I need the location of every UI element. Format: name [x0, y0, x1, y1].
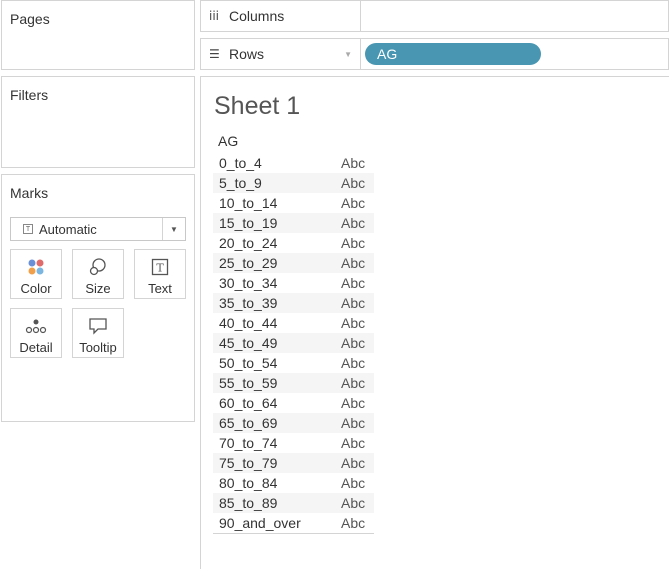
table-row[interactable]: 0_to_4 Abc — [213, 153, 374, 173]
pages-title: Pages — [10, 11, 50, 27]
sheet-title[interactable]: Sheet 1 — [214, 92, 300, 121]
table-row[interactable]: 75_to_79 Abc — [213, 453, 374, 473]
row-value[interactable]: Abc — [341, 335, 365, 351]
row-value[interactable]: Abc — [341, 175, 365, 191]
data-table: 0_to_4 Abc 5_to_9 Abc 10_to_14 Abc 15_to_19 Abc… — [213, 153, 374, 533]
row-value[interactable]: Abc — [341, 415, 365, 431]
rows-pill-ag[interactable]: AG — [365, 43, 541, 65]
table-row[interactable]: 40_to_44 Abc — [213, 313, 374, 333]
row-label[interactable]: 20_to_24 — [213, 235, 341, 251]
columns-icon: iii — [209, 9, 220, 23]
column-header[interactable]: AG — [218, 133, 238, 149]
row-label[interactable]: 70_to_74 — [213, 435, 341, 451]
row-value[interactable]: Abc — [341, 375, 365, 391]
color-button[interactable]: Color — [10, 249, 62, 299]
detail-icon — [25, 316, 47, 336]
row-value[interactable]: Abc — [341, 515, 365, 531]
rows-icon: ☰ — [209, 47, 220, 61]
rows-label: Rows — [229, 46, 265, 62]
row-label[interactable]: 40_to_44 — [213, 315, 341, 331]
row-value[interactable]: Abc — [341, 495, 365, 511]
table-row[interactable]: 5_to_9 Abc — [213, 173, 374, 193]
table-row[interactable]: 30_to_34 Abc — [213, 273, 374, 293]
worksheet-view: Sheet 1 AG 0_to_4 Abc 5_to_9 Abc 10_to_14 Abc… — [200, 76, 669, 569]
chevron-down-icon[interactable]: ▼ — [162, 218, 185, 240]
pages-panel[interactable]: Pages — [1, 0, 195, 70]
row-value[interactable]: Abc — [341, 255, 365, 271]
color-label: Color — [20, 281, 52, 296]
row-value[interactable]: Abc — [341, 395, 365, 411]
columns-label: Columns — [229, 8, 285, 24]
table-row[interactable]: 25_to_29 Abc — [213, 253, 374, 273]
row-label[interactable]: 35_to_39 — [213, 295, 341, 311]
text-icon: T — [151, 257, 169, 277]
row-value[interactable]: Abc — [341, 315, 365, 331]
color-icon — [27, 257, 45, 277]
row-value[interactable]: Abc — [341, 235, 365, 251]
row-value[interactable]: Abc — [341, 195, 365, 211]
tooltip-label: Tooltip — [79, 340, 117, 355]
row-value[interactable]: Abc — [341, 455, 365, 471]
row-label[interactable]: 85_to_89 — [213, 495, 341, 511]
size-button[interactable]: Size — [72, 249, 124, 299]
tooltip-button[interactable]: Tooltip — [72, 308, 124, 358]
table-row[interactable]: 20_to_24 Abc — [213, 233, 374, 253]
table-bottom-border — [213, 533, 374, 534]
row-value[interactable]: Abc — [341, 155, 365, 171]
table-row[interactable]: 15_to_19 Abc — [213, 213, 374, 233]
row-label[interactable]: 80_to_84 — [213, 475, 341, 491]
svg-text:T: T — [156, 262, 164, 275]
table-row[interactable]: 45_to_49 Abc — [213, 333, 374, 353]
table-row[interactable]: 90_and_over Abc — [213, 513, 374, 533]
row-label[interactable]: 60_to_64 — [213, 395, 341, 411]
row-label[interactable]: 30_to_34 — [213, 275, 341, 291]
row-label[interactable]: 10_to_14 — [213, 195, 341, 211]
rows-dropdown-icon[interactable]: ▼ — [344, 50, 352, 59]
rows-shelf[interactable]: ☰ Rows ▼ AG — [200, 38, 669, 70]
detail-button[interactable]: Detail — [10, 308, 62, 358]
detail-label: Detail — [19, 340, 53, 355]
text-label: Text — [148, 281, 172, 296]
filters-title: Filters — [10, 87, 49, 103]
table-row[interactable]: 60_to_64 Abc — [213, 393, 374, 413]
row-label[interactable]: 25_to_29 — [213, 255, 341, 271]
table-row[interactable]: 85_to_89 Abc — [213, 493, 374, 513]
rows-shelf-label: ☰ Rows ▼ — [201, 39, 361, 69]
automatic-mark-icon: T — [23, 224, 33, 234]
table-row[interactable]: 80_to_84 Abc — [213, 473, 374, 493]
size-icon — [88, 257, 108, 277]
mark-type-value: Automatic — [39, 221, 97, 237]
size-label: Size — [85, 281, 111, 296]
row-label[interactable]: 0_to_4 — [213, 155, 341, 171]
row-label[interactable]: 55_to_59 — [213, 375, 341, 391]
row-label[interactable]: 65_to_69 — [213, 415, 341, 431]
table-row[interactable]: 10_to_14 Abc — [213, 193, 374, 213]
table-row[interactable]: 70_to_74 Abc — [213, 433, 374, 453]
row-value[interactable]: Abc — [341, 435, 365, 451]
row-value[interactable]: Abc — [341, 275, 365, 291]
row-label[interactable]: 15_to_19 — [213, 215, 341, 231]
text-button[interactable]: T Text — [134, 249, 186, 299]
row-label[interactable]: 5_to_9 — [213, 175, 341, 191]
table-row[interactable]: 50_to_54 Abc — [213, 353, 374, 373]
table-row[interactable]: 55_to_59 Abc — [213, 373, 374, 393]
table-row[interactable]: 35_to_39 Abc — [213, 293, 374, 313]
row-value[interactable]: Abc — [341, 355, 365, 371]
table-row[interactable]: 65_to_69 Abc — [213, 413, 374, 433]
row-value[interactable]: Abc — [341, 215, 365, 231]
marks-panel: Marks T Automatic ▼ Color Size T Text De… — [1, 174, 195, 422]
row-label[interactable]: 90_and_over — [213, 515, 341, 531]
columns-shelf[interactable]: iii Columns — [200, 0, 669, 32]
row-value[interactable]: Abc — [341, 295, 365, 311]
row-label[interactable]: 50_to_54 — [213, 355, 341, 371]
mark-type-dropdown[interactable]: T Automatic ▼ — [10, 217, 186, 241]
columns-shelf-label: iii Columns — [201, 1, 361, 31]
row-value[interactable]: Abc — [341, 475, 365, 491]
tooltip-icon — [88, 316, 108, 336]
row-label[interactable]: 45_to_49 — [213, 335, 341, 351]
marks-title: Marks — [10, 185, 49, 201]
row-label[interactable]: 75_to_79 — [213, 455, 341, 471]
filters-panel[interactable]: Filters — [1, 76, 195, 168]
